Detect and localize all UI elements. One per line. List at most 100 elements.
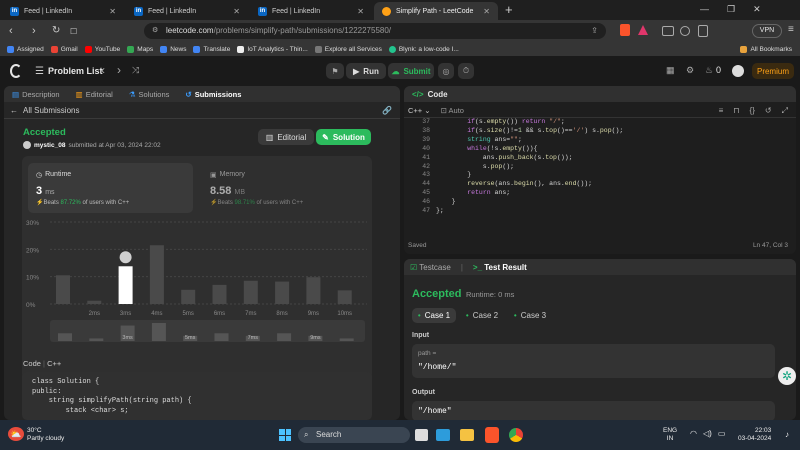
format-icon[interactable]: ≡ xyxy=(719,106,724,116)
windows-start-icon[interactable] xyxy=(279,429,291,441)
clock[interactable]: 22:03 03-04-2024 xyxy=(738,427,771,443)
braces-icon[interactable]: {} xyxy=(750,106,755,116)
maximize-icon[interactable]: ❐ xyxy=(727,4,735,15)
link-icon[interactable]: 🔗 xyxy=(382,106,392,115)
bookmark-page-icon[interactable]: ☐ xyxy=(70,25,77,39)
bookmark-iot-analytics[interactable]: IoT Analytics - Thin... xyxy=(237,45,308,53)
brave-rewards-icon[interactable] xyxy=(638,25,648,35)
bookmark-news[interactable]: News xyxy=(160,45,186,53)
runtime-bar[interactable] xyxy=(87,300,102,304)
minimize-icon[interactable]: — xyxy=(700,4,709,15)
bookmark-gmail[interactable]: Gmail xyxy=(50,45,78,53)
reload-icon[interactable]: ↻ xyxy=(52,24,60,38)
bookmark-blynk[interactable]: Blynk: a low-code I... xyxy=(388,45,459,53)
bookmark-explore-services[interactable]: Explore all Services xyxy=(314,45,382,53)
back-icon[interactable]: ‹ xyxy=(9,24,13,38)
notes-icon[interactable]: ◎ xyxy=(438,63,454,79)
tab-testcase[interactable]: ☑ Testcase xyxy=(410,263,451,272)
browser-tab-3[interactable]: in Feed | LinkedIn ✕ xyxy=(250,2,372,20)
run-button[interactable]: ▶ Run xyxy=(346,63,386,79)
browser-tab-2[interactable]: in Feed | LinkedIn ✕ xyxy=(126,2,248,20)
new-tab-button[interactable]: + xyxy=(505,2,513,17)
settings-icon[interactable]: ⚙ xyxy=(686,65,694,76)
browser-tab-1[interactable]: in Feed | LinkedIn ✕ xyxy=(2,2,124,20)
language-select[interactable]: C++ ⌄ xyxy=(408,106,431,115)
brave-browser-icon[interactable] xyxy=(485,427,499,443)
url-field[interactable]: ⚙ leetcode.com/problems/simplify-path/su… xyxy=(144,23,606,39)
bookmark-assigned[interactable]: Assigned xyxy=(7,45,44,53)
notification-icon[interactable]: ♪ xyxy=(785,430,789,439)
runtime-bar[interactable] xyxy=(149,245,164,304)
wifi-icon[interactable]: ◠ xyxy=(690,429,697,438)
next-problem-icon[interactable]: › xyxy=(117,63,121,77)
case-1-tab[interactable]: • Case 1 xyxy=(412,308,456,323)
weather-icon[interactable]: ⛅ xyxy=(8,427,24,441)
runtime-bar[interactable] xyxy=(243,280,258,304)
bookmark-icon[interactable]: ⊓ xyxy=(733,106,739,116)
tab-submissions[interactable]: ↺ Submissions xyxy=(177,90,249,99)
close-icon[interactable]: ✕ xyxy=(233,7,240,16)
all-submissions-link[interactable]: ← All Submissions xyxy=(10,106,79,115)
volume-icon[interactable]: ◁) xyxy=(703,429,712,438)
file-explorer-icon[interactable] xyxy=(460,429,474,441)
language-indicator[interactable]: ENG IN xyxy=(663,427,677,443)
runtime-card[interactable]: ◷ Runtime 3 ms ⚡Beats 87.72% of users wit… xyxy=(28,163,193,213)
leetcode-logo-icon[interactable] xyxy=(10,64,22,78)
tab-editorial[interactable]: ▥ Editorial xyxy=(68,90,121,99)
runtime-bar[interactable] xyxy=(118,266,133,304)
runtime-bar[interactable] xyxy=(337,290,352,304)
site-info-icon[interactable]: ⚙ xyxy=(152,23,158,39)
shuffle-icon[interactable]: ⤨ xyxy=(132,65,139,76)
editorial-button[interactable]: ▥ Editorial xyxy=(258,129,314,145)
share-icon[interactable]: ⇪ xyxy=(591,23,598,39)
chrome-icon[interactable] xyxy=(509,428,523,442)
task-view-icon[interactable] xyxy=(415,429,428,441)
memory-beats-pct: 98.71% xyxy=(234,200,255,206)
close-window-icon[interactable]: ✕ xyxy=(753,4,761,15)
bookmark-translate[interactable]: Translate xyxy=(193,45,230,53)
taskbar-search[interactable]: ⌕ Search xyxy=(298,427,410,443)
close-icon[interactable]: ✕ xyxy=(109,7,116,16)
avatar[interactable] xyxy=(732,65,744,77)
widgets-icon[interactable] xyxy=(436,429,450,441)
tab-test-result[interactable]: >_ Test Result xyxy=(473,263,527,272)
memory-card[interactable]: ▣ Memory 8.58 MB ⚡Beats 98.71% of users w… xyxy=(202,163,367,213)
prev-problem-icon[interactable]: ‹ xyxy=(101,63,105,77)
runtime-bar[interactable] xyxy=(56,275,70,304)
bookmark-maps[interactable]: Maps xyxy=(127,45,153,53)
all-bookmarks[interactable]: All Bookmarks xyxy=(740,45,792,53)
extensions-icon[interactable] xyxy=(680,26,690,36)
brave-shield-icon[interactable] xyxy=(620,24,630,36)
wallet-icon[interactable] xyxy=(698,25,708,37)
tab-solutions[interactable]: ⚗ Solutions xyxy=(121,90,178,99)
battery-icon[interactable]: ▭ xyxy=(718,429,726,438)
runtime-bar[interactable] xyxy=(212,284,227,304)
runtime-bar[interactable] xyxy=(275,281,290,304)
runtime-bar[interactable] xyxy=(181,289,196,304)
vpn-button[interactable]: VPN xyxy=(752,24,782,38)
reset-icon[interactable]: ↺ xyxy=(765,106,772,116)
close-icon[interactable]: ✕ xyxy=(483,7,490,16)
submit-button[interactable]: ☁ Submit xyxy=(388,63,434,79)
case-3-tab[interactable]: • Case 3 xyxy=(508,308,552,323)
chatgpt-icon[interactable]: ✲ xyxy=(778,367,796,385)
runtime-bar[interactable] xyxy=(306,277,321,304)
layout-icon[interactable]: ▦ xyxy=(666,65,675,76)
debug-icon[interactable]: ⚑ xyxy=(326,63,344,79)
solution-button[interactable]: ✎ Solution xyxy=(316,129,371,145)
sidebar-icon[interactable] xyxy=(662,26,674,36)
close-icon[interactable]: ✕ xyxy=(357,7,364,16)
timer-icon[interactable]: ⏱ xyxy=(458,63,474,79)
menu-icon[interactable]: ≡ xyxy=(788,24,794,35)
fullscreen-icon[interactable]: ⤢ xyxy=(782,106,788,116)
forward-icon[interactable]: › xyxy=(32,24,36,38)
username[interactable]: mystic_08 xyxy=(34,142,65,149)
bookmark-youtube[interactable]: YouTube xyxy=(84,45,120,53)
tab-description[interactable]: ▤ Description xyxy=(4,90,68,99)
premium-button[interactable]: Premium xyxy=(752,63,794,79)
problem-list-link[interactable]: Problem List xyxy=(48,66,103,76)
code-text[interactable]: if(s.empty()) return "/"; if(s.size()!=1… xyxy=(436,118,623,216)
weather-widget[interactable]: 30°C Partly cloudy xyxy=(27,427,64,443)
browser-tab-4[interactable]: Simplify Path - LeetCode ✕ xyxy=(374,2,498,20)
case-2-tab[interactable]: • Case 2 xyxy=(460,308,504,323)
